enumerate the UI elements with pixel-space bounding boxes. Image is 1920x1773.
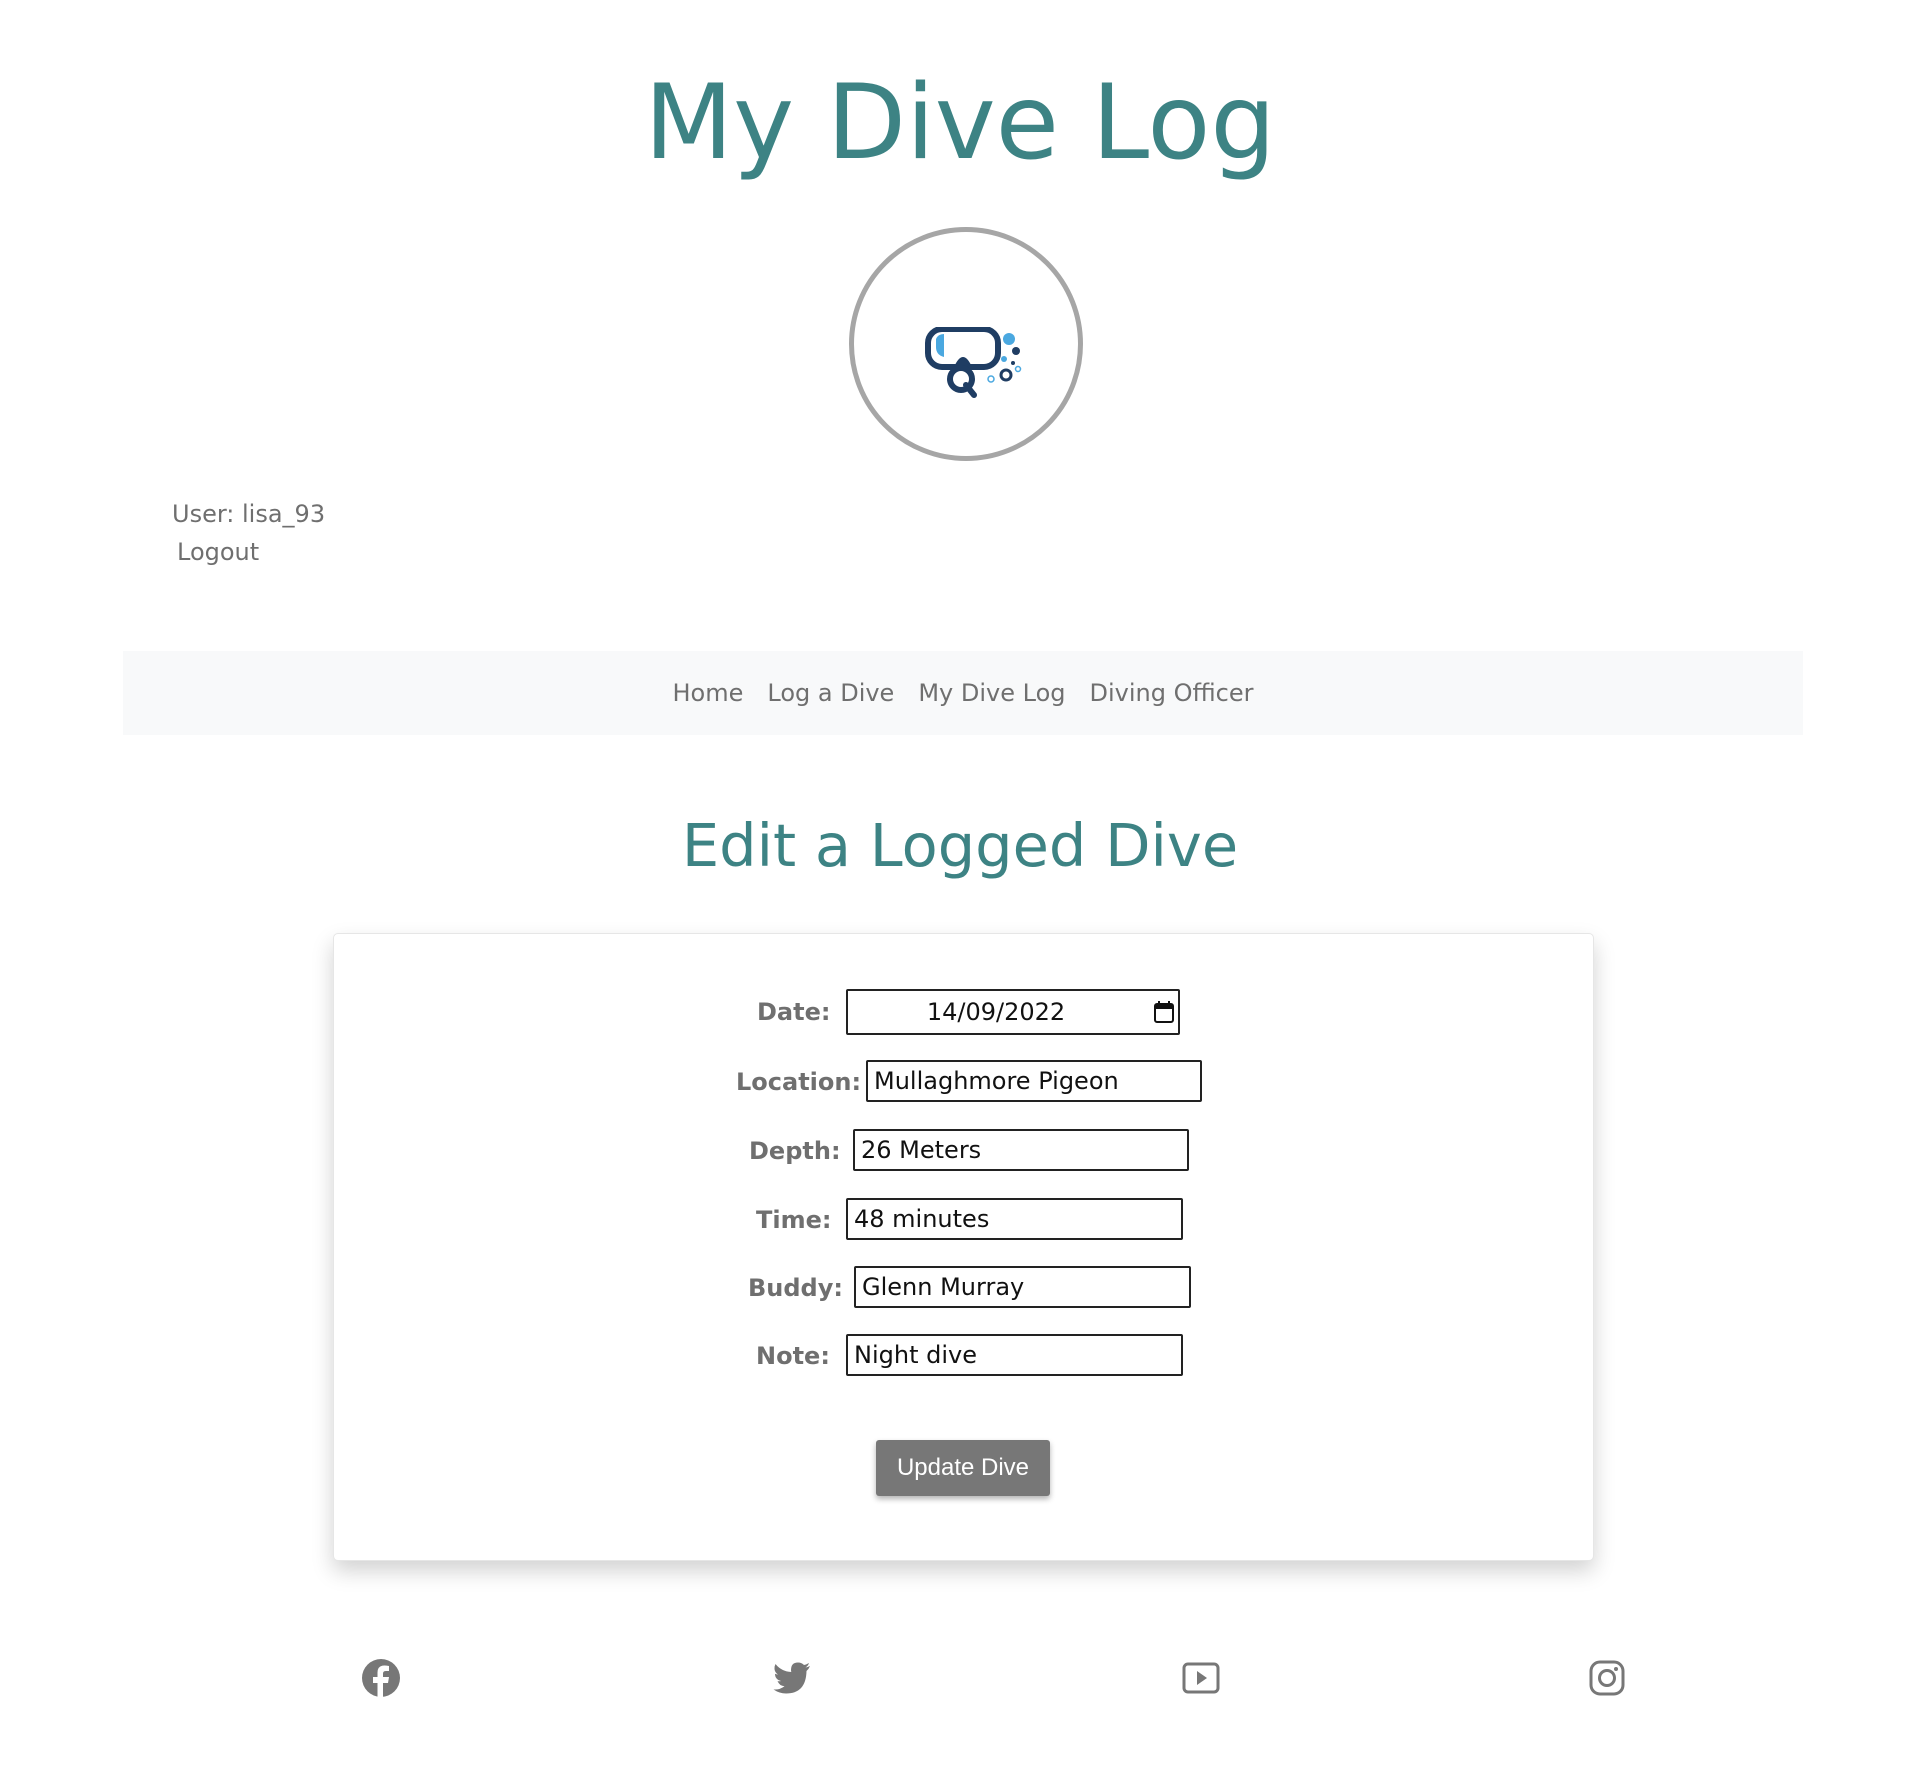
page: My Dive Log User: lisa_93 Logout Home Lo… xyxy=(0,0,1920,1773)
username-label: User: lisa_93 xyxy=(172,500,326,528)
buddy-input[interactable] xyxy=(854,1266,1191,1308)
twitter-icon[interactable] xyxy=(772,1658,812,1698)
nav-link-my-dive-log[interactable]: My Dive Log xyxy=(906,651,1077,735)
nav-link-home[interactable]: Home xyxy=(661,651,756,735)
depth-row: Depth: xyxy=(749,1128,841,1174)
nav-link-log-a-dive[interactable]: Log a Dive xyxy=(755,651,906,735)
date-label: Date: xyxy=(757,998,831,1026)
date-row: Date: xyxy=(757,989,830,1035)
depth-label: Depth: xyxy=(749,1137,841,1165)
note-row: Note: xyxy=(756,1333,830,1379)
nav-link-diving-officer[interactable]: Diving Officer xyxy=(1077,651,1265,735)
logout-link[interactable]: Logout xyxy=(177,532,325,572)
time-input[interactable] xyxy=(846,1198,1183,1240)
buddy-label: Buddy: xyxy=(748,1274,843,1302)
time-label: Time: xyxy=(756,1206,832,1234)
diving-mask-icon xyxy=(925,327,1022,398)
instagram-icon[interactable] xyxy=(1587,1658,1627,1698)
date-input[interactable] xyxy=(846,989,1180,1035)
location-label: Location: xyxy=(736,1068,862,1096)
user-info: User: lisa_93 Logout xyxy=(172,496,325,572)
update-dive-button[interactable]: Update Dive xyxy=(876,1440,1050,1496)
facebook-icon[interactable] xyxy=(361,1658,401,1698)
location-row: Location: xyxy=(736,1059,861,1105)
main-navbar: Home Log a Dive My Dive Log Diving Offic… xyxy=(123,651,1803,735)
calendar-icon[interactable] xyxy=(1153,1000,1175,1024)
location-input[interactable] xyxy=(866,1060,1202,1102)
time-row: Time: xyxy=(756,1197,831,1243)
note-label: Note: xyxy=(756,1342,830,1370)
note-input[interactable] xyxy=(846,1334,1183,1376)
depth-input[interactable] xyxy=(853,1129,1189,1171)
site-title: My Dive Log xyxy=(644,63,1276,183)
site-logo[interactable] xyxy=(849,227,1083,461)
youtube-icon[interactable] xyxy=(1181,1658,1221,1698)
page-heading: Edit a Logged Dive xyxy=(681,811,1239,880)
buddy-row: Buddy: xyxy=(748,1265,843,1311)
